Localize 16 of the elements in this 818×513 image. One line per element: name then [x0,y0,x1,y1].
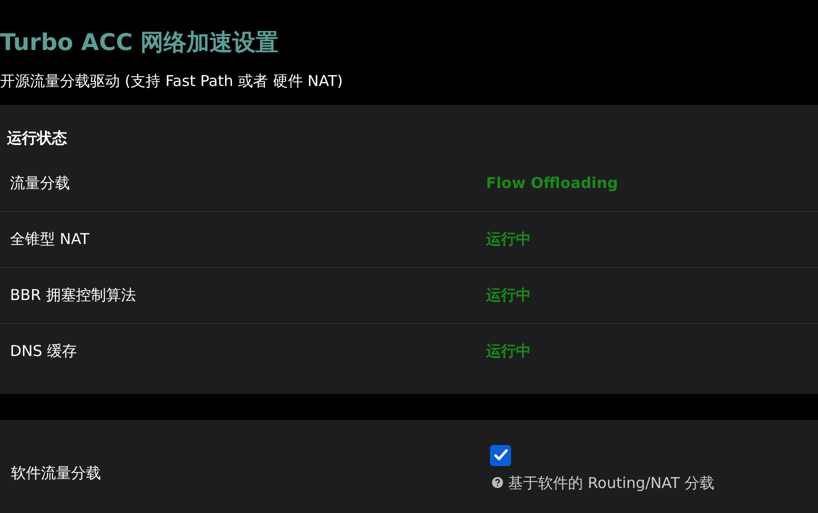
section-title: 运行状态 [6,128,68,149]
page-title: Turbo ACC 网络加速设置 [0,29,280,58]
status-value: Flow Offloading [486,172,618,194]
help-text: 基于软件的 Routing/NAT 分载 [508,472,715,494]
help-icon [492,477,503,488]
page-subtitle: 开源流量分载驱动 (支持 Fast Path 或者 硬件 NAT) [0,71,344,92]
status-value: 运行中 [486,284,531,306]
status-label: 全锥型 NAT [9,228,90,250]
status-label: 流量分载 [9,172,71,194]
status-value: 运行中 [486,341,531,362]
setting-label: 软件流量分载 [10,462,102,484]
checkbox[interactable] [490,444,511,466]
checkmark-icon [494,449,508,461]
status-label: DNS 缓存 [9,341,78,362]
status-label: BBR 拥塞控制算法 [9,284,137,306]
status-value: 运行中 [486,228,531,250]
